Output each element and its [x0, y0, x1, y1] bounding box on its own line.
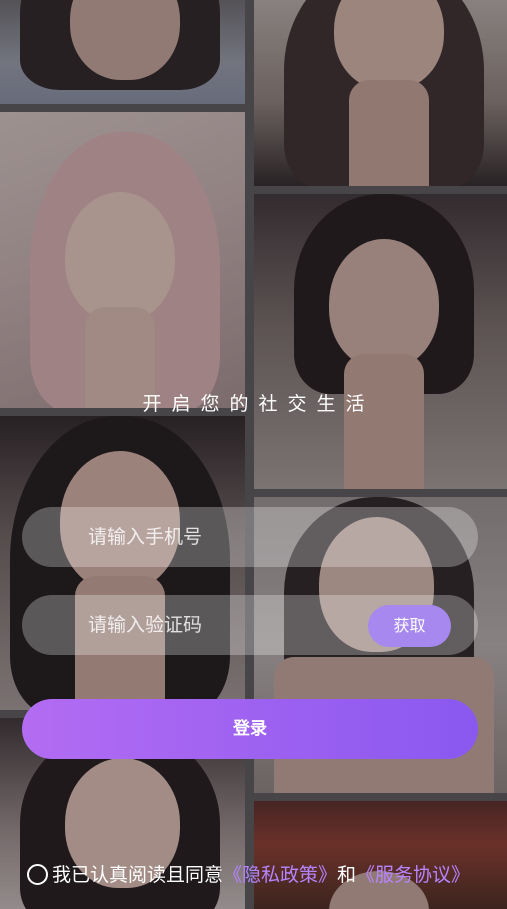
- agreement-text: 我已认真阅读且同意: [52, 863, 224, 886]
- login-button[interactable]: 登录: [22, 699, 478, 759]
- login-screen: 开启您的社交生活 获取 登录 我已认真阅读且同意 《隐私政策》 和 《服务协议》: [0, 0, 507, 909]
- agreement-conjunction: 和: [337, 863, 357, 886]
- service-agreement-link[interactable]: 《服务协议》: [356, 860, 470, 887]
- agree-radio[interactable]: [27, 863, 48, 885]
- dim-overlay: [0, 0, 507, 909]
- tagline: 开启您的社交生活: [142, 393, 375, 415]
- get-code-button[interactable]: 获取: [368, 605, 451, 647]
- verification-code-input[interactable]: [88, 595, 348, 655]
- privacy-policy-link[interactable]: 《隐私政策》: [223, 860, 337, 887]
- phone-field[interactable]: [22, 507, 478, 567]
- agreement-row: 我已认真阅读且同意 《隐私政策》 和 《服务协议》: [27, 860, 470, 886]
- phone-input[interactable]: [88, 507, 348, 567]
